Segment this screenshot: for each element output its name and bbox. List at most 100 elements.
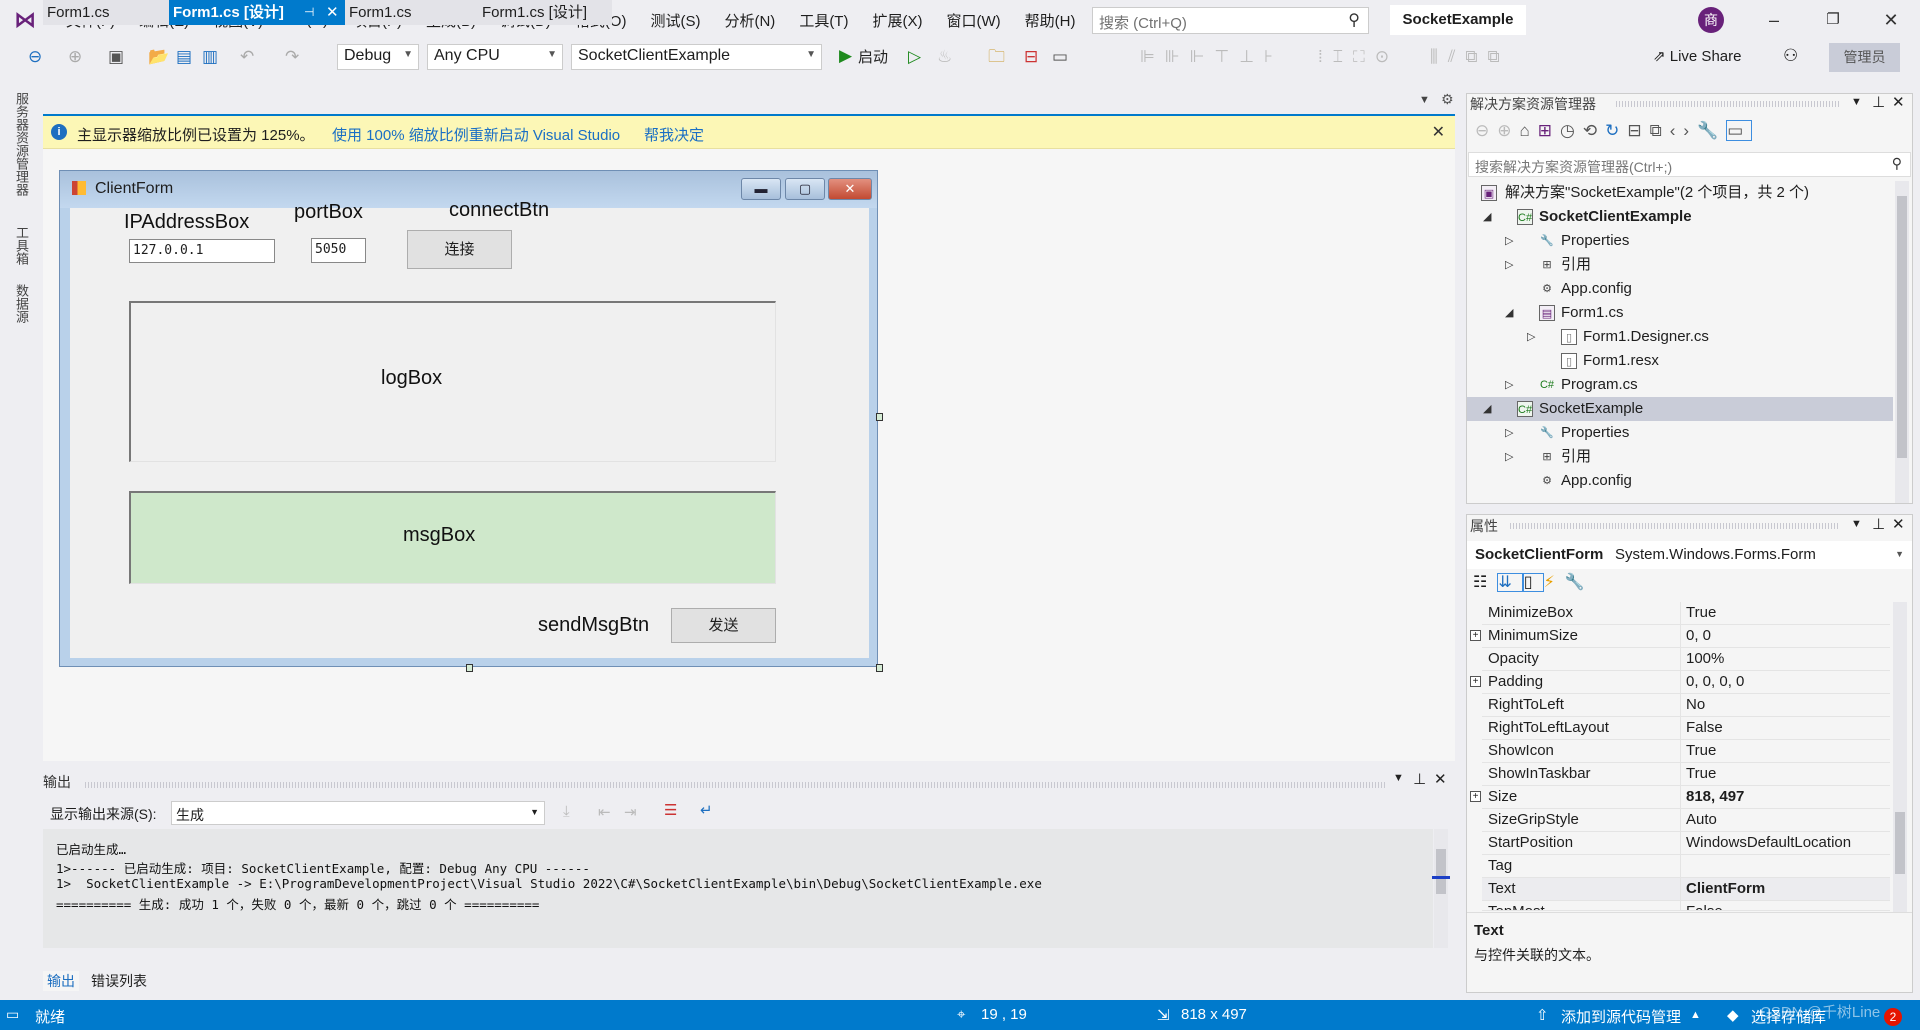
property-pages-icon[interactable]: 🔧	[1565, 574, 1595, 591]
send-button[interactable]: 发送	[671, 608, 776, 643]
pin-icon[interactable]: ⊥	[1872, 515, 1885, 533]
show-all-files-icon[interactable]: ⧉	[1650, 121, 1670, 140]
open-icon[interactable]: 📂	[148, 46, 169, 68]
menu-item[interactable]: 帮助(H)	[1013, 10, 1088, 31]
property-value[interactable]: ClientForm	[1680, 878, 1765, 901]
clear-all-icon[interactable]: ☰	[664, 801, 677, 819]
prev-message-icon[interactable]: ⇤	[598, 803, 611, 821]
help-decide-link[interactable]: 帮我决定	[644, 124, 704, 145]
collapsed-arrow-icon[interactable]: ▷	[1505, 421, 1513, 445]
bottom-tab-error-list[interactable]: 错误列表	[91, 971, 147, 991]
order-icons[interactable]: ⫼⫽⧉⧉	[1430, 46, 1510, 68]
property-value[interactable]: 0, 0	[1680, 625, 1711, 648]
property-value[interactable]: 0, 0, 0, 0	[1680, 671, 1744, 694]
property-row[interactable]: Opacity 100%	[1482, 648, 1890, 671]
close-icon[interactable]: ✕	[1892, 93, 1905, 111]
close-icon[interactable]: ✕	[1434, 770, 1447, 788]
server-explorer-tab[interactable]: 服务器资源管理器	[12, 92, 31, 196]
tree-item[interactable]: ◢ C# SocketExample	[1467, 397, 1893, 421]
hot-reload-icon[interactable]: ♨	[937, 46, 952, 68]
pin-icon[interactable]: ⊣	[304, 0, 314, 25]
admin-button[interactable]: 管理员	[1829, 43, 1900, 72]
output-text-area[interactable]: 已启动生成… 1>------ 已启动生成: 项目: SocketClientEx…	[43, 829, 1433, 948]
resize-handle-bottom[interactable]	[466, 664, 473, 672]
menu-item[interactable]: 测试(S)	[638, 10, 712, 31]
live-share-button[interactable]: ⇗ Live Share	[1653, 47, 1741, 65]
preview-icon[interactable]: ▭	[1726, 120, 1753, 141]
property-row[interactable]: + MinimumSize 0, 0	[1470, 625, 1890, 648]
tree-item[interactable]: ◢ ▤ Form1.cs	[1467, 301, 1893, 325]
config-dropdown[interactable]: Debug ▼	[337, 44, 419, 70]
connect-button[interactable]: 连接	[407, 230, 512, 269]
property-row[interactable]: RightToLeft No	[1482, 694, 1890, 717]
start-without-debug-icon[interactable]: ▷	[908, 46, 921, 68]
scrollbar-thumb[interactable]	[1897, 196, 1907, 458]
menu-item[interactable]: 分析(N)	[712, 10, 787, 31]
forward-icon[interactable]: ⊕	[68, 46, 82, 68]
property-value[interactable]: False	[1680, 717, 1723, 740]
panel-grip[interactable]	[85, 782, 1385, 788]
redo-icon[interactable]: ↷	[285, 46, 299, 68]
solution-search-input[interactable]: 搜索解决方案资源管理器(Ctrl+;) ⚲	[1468, 152, 1911, 177]
platform-dropdown[interactable]: Any CPU ▼	[427, 44, 563, 70]
connect-btn-label[interactable]: connectBtn	[449, 199, 549, 222]
data-sources-tab[interactable]: 数据源	[12, 284, 31, 323]
expanded-arrow-icon[interactable]: ◢	[1483, 397, 1491, 421]
home-icon[interactable]: ⌂	[1520, 121, 1538, 140]
collapsed-arrow-icon[interactable]: ▷	[1505, 445, 1513, 469]
collapse-all-icon[interactable]: ⊟	[1627, 121, 1649, 140]
property-value[interactable]: Auto	[1680, 809, 1717, 832]
tab-list-dropdown-icon[interactable]: ▼	[1419, 94, 1430, 106]
close-tab-icon[interactable]: ✕	[326, 0, 339, 25]
spacing-icons[interactable]: ⁞⌶⛶⊙	[1318, 46, 1399, 68]
notification-badge[interactable]: 2	[1884, 1008, 1902, 1026]
properties-view-icon[interactable]: ▯	[1522, 573, 1544, 592]
property-value[interactable]: 100%	[1680, 648, 1724, 671]
window-layout-icon[interactable]: ▭	[1052, 46, 1068, 68]
find-in-files-icon[interactable]: 🗀	[988, 46, 1005, 68]
scrollbar-thumb[interactable]	[1436, 849, 1446, 894]
expand-plus-icon[interactable]: +	[1470, 676, 1481, 687]
port-box[interactable]: 5050	[311, 238, 366, 263]
menu-item[interactable]: 窗口(W)	[934, 10, 1012, 31]
designer-form[interactable]: ClientForm ▬ ▢ ✕ IPAddressBox 127.0.0.1 …	[59, 170, 878, 667]
panel-grip[interactable]	[1510, 523, 1840, 529]
property-row[interactable]: Text ClientForm	[1482, 878, 1890, 901]
dropdown-icon[interactable]: ▼	[1393, 772, 1404, 784]
solution-scrollbar[interactable]	[1895, 181, 1909, 503]
send-msg-btn-label[interactable]: sendMsgBtn	[538, 614, 649, 637]
chevron-up-icon[interactable]: ▲	[1690, 1009, 1701, 1021]
ip-address-label[interactable]: IPAddressBox	[124, 211, 249, 234]
property-value[interactable]: 818, 497	[1680, 786, 1744, 809]
object-selector[interactable]: SocketClientForm System.Windows.Forms.Fo…	[1467, 541, 1912, 569]
expanded-arrow-icon[interactable]: ◢	[1483, 205, 1491, 229]
tab-form1-design-2[interactable]: Form1.cs [设计]	[465, 0, 612, 25]
tree-item[interactable]: ⚙ App.config	[1467, 277, 1893, 301]
ip-address-box[interactable]: 127.0.0.1	[129, 239, 275, 263]
scrollbar-thumb[interactable]	[1895, 812, 1905, 874]
resize-handle-corner[interactable]	[876, 664, 883, 672]
panel-grip[interactable]	[1616, 101, 1841, 107]
start-icon[interactable]: ▶	[839, 45, 852, 67]
startup-project-dropdown[interactable]: SocketClientExample ▼	[571, 44, 822, 70]
align-icons[interactable]: ⊫⊪⊩⊤⊥⊦	[1140, 46, 1283, 68]
property-row[interactable]: Tag	[1482, 855, 1890, 878]
new-project-icon[interactable]: ▣	[108, 46, 124, 68]
go-to-line-icon[interactable]: ⤓	[563, 803, 570, 820]
toolbox-icon[interactable]: ⊟	[1024, 46, 1038, 68]
undo-icon[interactable]: ↶	[240, 46, 254, 68]
resize-handle-right[interactable]	[876, 413, 883, 421]
tree-item[interactable]: ▷ 🔧 Properties	[1467, 229, 1893, 253]
tree-item[interactable]: ◢ C# SocketClientExample	[1467, 205, 1893, 229]
expand-plus-icon[interactable]: +	[1470, 630, 1481, 641]
log-box[interactable]: logBox	[129, 301, 776, 462]
categorized-icon[interactable]: ☷	[1473, 574, 1497, 591]
tree-item[interactable]: ▣ 解决方案"SocketExample"(2 个项目，共 2 个)	[1467, 181, 1893, 205]
search-input[interactable]: 搜索 (Ctrl+Q) ⚲	[1092, 7, 1369, 34]
tree-item[interactable]: ▷ 🔧 Properties	[1467, 421, 1893, 445]
tree-item[interactable]: ▷ ⊞ 引用	[1467, 445, 1893, 469]
save-icon[interactable]: ▤	[176, 46, 192, 68]
back-icon[interactable]: ⊖	[28, 46, 42, 68]
property-value[interactable]: True	[1680, 602, 1716, 625]
next-message-icon[interactable]: ⇥	[624, 803, 637, 821]
